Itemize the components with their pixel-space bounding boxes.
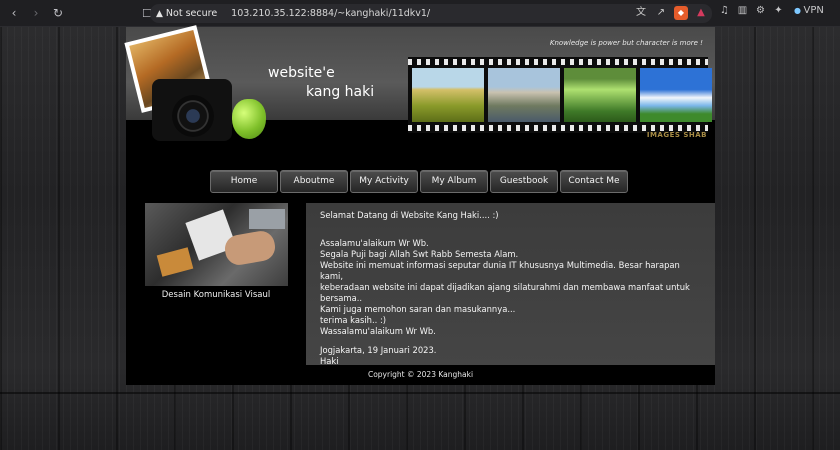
content-line5: terima kasih.. :) — [320, 315, 387, 325]
music-icon[interactable]: ♫ — [718, 5, 731, 16]
forward-icon[interactable]: › — [28, 5, 44, 21]
security-label[interactable]: Not secure — [166, 8, 217, 19]
address-bar[interactable]: ▲ Not secure 103.210.35.122:8884/~kangha… — [150, 4, 712, 23]
green-apple-image — [232, 99, 266, 139]
film-frame-sky — [640, 68, 712, 122]
share-icon[interactable]: ↗ — [654, 6, 668, 20]
content-line1: Segala Puji bagi Allah Swt Rabb Semesta … — [320, 249, 519, 259]
website-container: Knowledge is power but character is more… — [124, 25, 715, 385]
site-header: Knowledge is power but character is more… — [124, 25, 715, 141]
film-caption: IMAGES SHAB — [646, 131, 707, 139]
site-motto: Knowledge is power but character is more… — [549, 39, 703, 47]
menu-my-album[interactable]: My Album — [420, 170, 488, 193]
place-date: Jogjakarta, 19 Januari 2023. — [320, 345, 437, 355]
vpn-button[interactable]: ● VPN — [794, 5, 824, 16]
film-strip — [408, 57, 712, 133]
menu-my-activity[interactable]: My Activity — [350, 170, 418, 193]
content-line3: keberadaan website ini dapat dijadikan a… — [320, 282, 690, 303]
extensions-icon[interactable]: ⚙ — [754, 5, 767, 16]
menu-aboutme[interactable]: Aboutme — [280, 170, 348, 193]
url-text[interactable]: 103.210.35.122:8884/~kanghaki/11dkv1/ — [231, 8, 430, 19]
welcome-content: Selamat Datang di Website Kang Haki.... … — [306, 203, 715, 366]
greeting-text: Assalamu'alaikum Wr Wb. — [320, 238, 429, 248]
content-line2: Website ini memuat informasi seputar dun… — [320, 260, 680, 281]
main-menu: Home Aboutme My Activity My Album Guestb… — [210, 170, 628, 193]
camera-lens — [172, 95, 214, 137]
leo-icon[interactable]: ✦ — [772, 5, 785, 16]
translate-icon[interactable]: 文 — [634, 6, 648, 20]
film-frame-mosque — [488, 68, 560, 122]
film-frame-bridge — [564, 68, 636, 122]
warning-icon[interactable]: ▲ — [156, 9, 163, 19]
site-title-line2: kang haki — [306, 84, 375, 100]
browser-toolbar: ‹ › ↻ ☐ ▲ Not secure 103.210.35.122:8884… — [0, 0, 840, 27]
menu-guestbook[interactable]: Guestbook — [490, 170, 558, 193]
site-footer: Copyright © 2023 Kanghaki — [126, 365, 715, 385]
thumbnail-caption[interactable]: Desain Komunikasi Visaul — [126, 290, 306, 300]
reload-icon[interactable]: ↻ — [50, 5, 66, 21]
brave-shield-icon[interactable]: ◆ — [674, 6, 688, 20]
film-frame-field — [412, 68, 484, 122]
closing-text: Wassalamu'alaikum Wr Wb. — [320, 326, 436, 336]
menu-contact-me[interactable]: Contact Me — [560, 170, 628, 193]
back-icon[interactable]: ‹ — [6, 5, 22, 21]
content-line4: Kami juga memohon saran dan masukannya..… — [320, 304, 516, 314]
rewards-icon[interactable]: ▲ — [694, 6, 708, 20]
dkv-thumbnail[interactable] — [145, 203, 288, 286]
menu-home[interactable]: Home — [210, 170, 278, 193]
site-title-line1: website'e — [268, 65, 335, 81]
vpn-label: VPN — [803, 5, 824, 16]
welcome-text: Selamat Datang di Website Kang Haki.... … — [320, 210, 499, 220]
sidebar-icon[interactable]: ▥ — [736, 5, 749, 16]
